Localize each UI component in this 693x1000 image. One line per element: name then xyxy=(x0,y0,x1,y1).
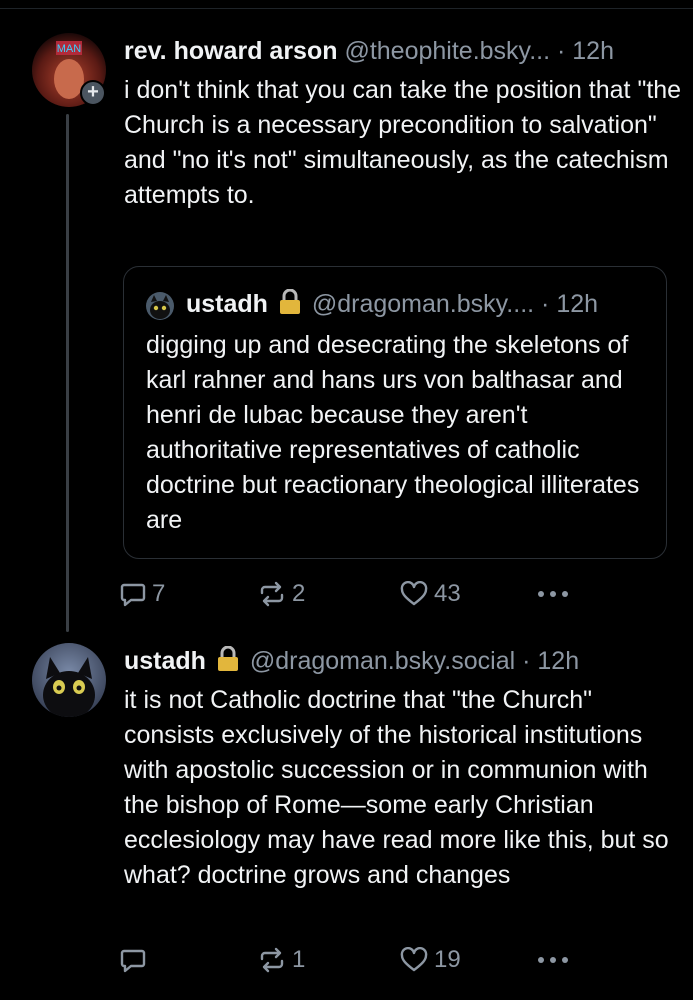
author-name[interactable]: ustadh xyxy=(124,647,206,675)
like-button[interactable]: 19 xyxy=(400,940,461,980)
time-separator: · xyxy=(557,37,566,65)
repost-button[interactable]: 2 xyxy=(258,574,305,614)
heart-outline-icon xyxy=(400,947,428,973)
post-timestamp[interactable]: 12h xyxy=(537,647,579,675)
quote-author-handle: @dragoman.bsky.... xyxy=(311,290,535,318)
repost-arrows-icon xyxy=(258,947,286,973)
more-options-button[interactable] xyxy=(536,940,570,980)
quote-body-text: digging up and desecrating the skeletons… xyxy=(146,331,640,534)
post-timestamp[interactable]: 12h xyxy=(572,37,614,65)
avatar xyxy=(146,292,174,320)
speech-bubble-icon xyxy=(120,581,146,607)
lock-icon xyxy=(279,288,301,322)
like-count: 43 xyxy=(434,580,461,607)
post-body-text: i don't think that you can take the posi… xyxy=(124,76,682,209)
quote-author-name: ustadh xyxy=(186,290,268,318)
avatar-sign-text: MAN xyxy=(57,43,82,55)
lock-icon xyxy=(217,645,239,679)
avatar[interactable] xyxy=(32,643,106,717)
quote-timestamp: 12h xyxy=(556,290,599,318)
post-action-bar: 1 19 xyxy=(120,940,580,980)
like-count: 19 xyxy=(434,946,461,973)
repost-count: 2 xyxy=(292,580,306,607)
like-button[interactable]: 43 xyxy=(400,574,461,614)
repost-count: 1 xyxy=(292,946,306,973)
more-dots-icon xyxy=(536,589,570,599)
quote-post-card[interactable]: ustadh @dragoman.bsky.... · 12h digging … xyxy=(123,266,667,559)
more-dots-icon xyxy=(536,955,570,965)
thread-connector-line xyxy=(66,114,69,632)
author-handle[interactable]: @theophite.bsky... xyxy=(344,37,550,65)
post-header: rev. howard arson @theophite.bsky... · 1… xyxy=(124,36,614,66)
reply-count: 7 xyxy=(152,580,166,607)
time-separator: · xyxy=(541,290,550,318)
reply-button[interactable]: 7 xyxy=(120,574,165,614)
follow-badge-button[interactable]: + xyxy=(80,80,106,106)
author-handle[interactable]: @dragoman.bsky.social xyxy=(250,647,515,675)
thread-view: MAN + rev. howard arson @theophite.bsky.… xyxy=(0,0,693,1000)
speech-bubble-icon xyxy=(120,947,146,973)
post-header: ustadh @dragoman.bsky.social · 12h xyxy=(124,645,579,679)
repost-button[interactable]: 1 xyxy=(258,940,305,980)
heart-outline-icon xyxy=(400,581,428,607)
post-body-text: it is not Catholic doctrine that "the Ch… xyxy=(124,686,669,889)
top-divider xyxy=(0,8,693,9)
time-separator: · xyxy=(522,647,531,675)
quote-header: ustadh @dragoman.bsky.... · 12h xyxy=(186,288,599,322)
more-options-button[interactable] xyxy=(536,574,570,614)
repost-arrows-icon xyxy=(258,581,286,607)
post-action-bar: 7 2 43 xyxy=(120,574,580,614)
reply-button[interactable] xyxy=(120,940,152,980)
author-name[interactable]: rev. howard arson xyxy=(124,37,338,65)
